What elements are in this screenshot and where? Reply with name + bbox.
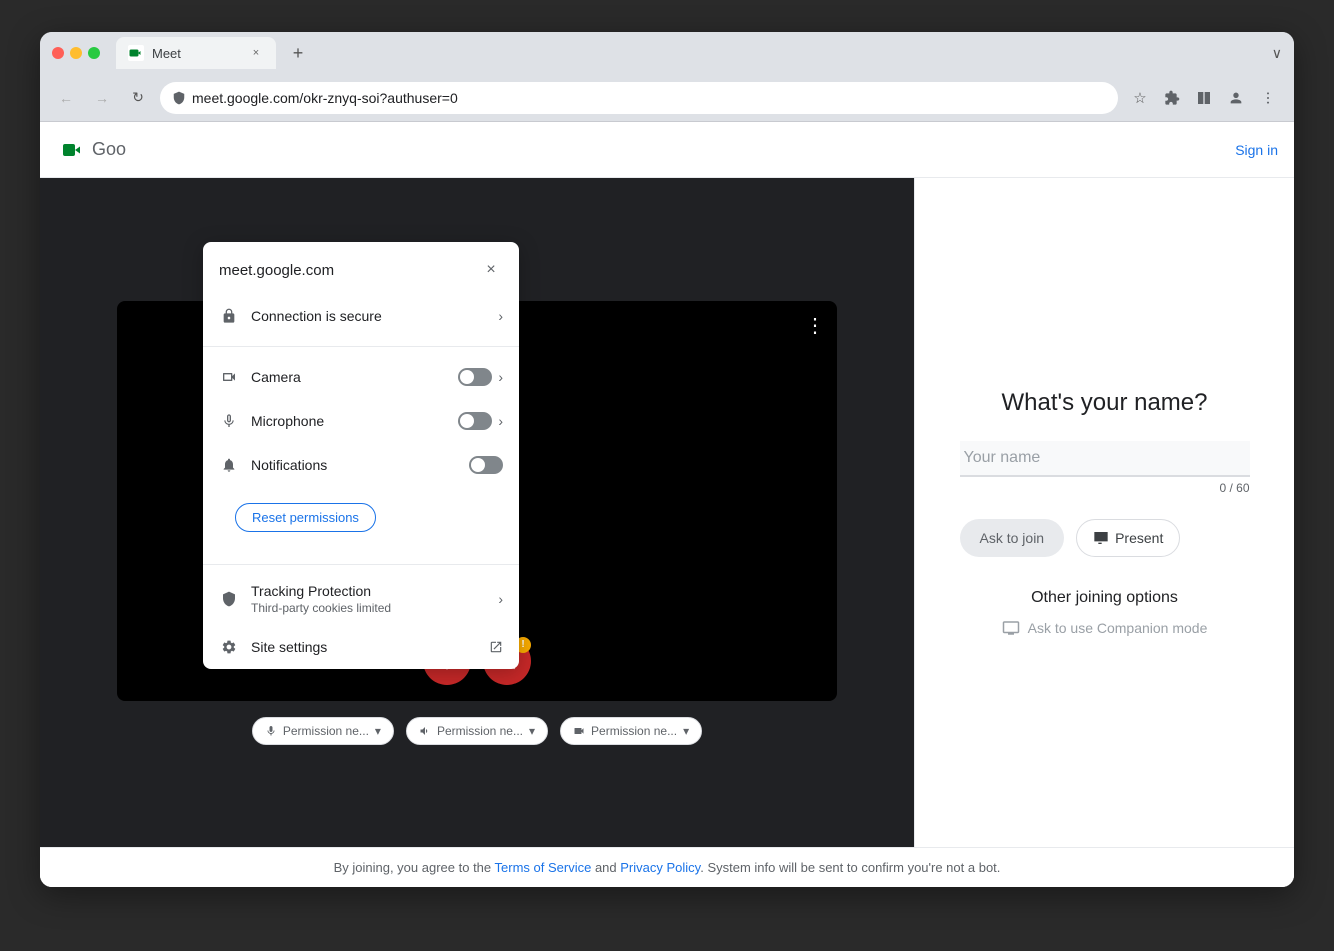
whats-your-name-title: What's your name?: [1001, 389, 1207, 417]
camera-permission-button[interactable]: Permission ne... ▾: [560, 717, 702, 745]
profile-button[interactable]: [1222, 84, 1250, 112]
speaker-permission-icon: [419, 725, 431, 737]
menu-button[interactable]: [1254, 84, 1282, 112]
speaker-permission-button[interactable]: Permission ne... ▾: [406, 717, 548, 745]
profile-icon: [1228, 90, 1244, 106]
terms-of-service-link[interactable]: Terms of Service: [495, 860, 592, 875]
mic-permission-button[interactable]: Permission ne... ▾: [252, 717, 394, 745]
traffic-lights: [52, 47, 100, 59]
video-menu-button[interactable]: ⋮: [805, 313, 825, 338]
meet-logo: Goo: [56, 134, 126, 166]
toolbar-icons: ☆: [1126, 84, 1282, 112]
footer-text-mid: and: [591, 860, 620, 875]
companion-mode-option[interactable]: Ask to use Companion mode: [1002, 619, 1208, 637]
name-counter: 0 / 60: [960, 481, 1250, 495]
url-bar[interactable]: meet.google.com/okr-znyq-soi?authuser=0: [160, 82, 1118, 114]
bookmark-button[interactable]: ☆: [1126, 84, 1154, 112]
page-content: Goo Sign in ⋮ !: [40, 122, 1294, 887]
extensions-button[interactable]: [1158, 84, 1186, 112]
camera-popup-icon: [219, 367, 239, 387]
new-tab-button[interactable]: +: [284, 39, 312, 67]
footer-text-before: By joining, you agree to the: [334, 860, 495, 875]
external-link-icon: [489, 640, 503, 654]
camera-permission-row[interactable]: Camera ›: [203, 355, 519, 399]
notifications-toggle[interactable]: [469, 456, 503, 474]
close-traffic-light[interactable]: [52, 47, 64, 59]
tracking-chevron-icon: ›: [498, 591, 503, 607]
url-text: meet.google.com/okr-znyq-soi?authuser=0: [192, 90, 1106, 106]
popup-divider-1: [203, 346, 519, 347]
meet-header: Goo Sign in: [40, 122, 1294, 178]
tracking-protection-label: Tracking Protection: [251, 583, 498, 599]
browser-window: Meet × + ∨ ← → ↻ meet.google.com/okr-zny…: [40, 32, 1294, 887]
camera-toggle[interactable]: [458, 368, 492, 386]
present-button[interactable]: Present: [1076, 519, 1180, 557]
security-icon: [172, 91, 186, 105]
camera-chevron-icon: ›: [498, 369, 503, 385]
sign-in-button[interactable]: Sign in: [1235, 142, 1278, 158]
split-view-button[interactable]: [1190, 84, 1218, 112]
companion-mode-icon: [1002, 619, 1020, 637]
microphone-permission-row[interactable]: Microphone ›: [203, 399, 519, 443]
mic-permission-icon: [265, 725, 277, 737]
microphone-popup-icon: [219, 411, 239, 431]
google-meet-logo-icon: [56, 134, 88, 166]
reset-permissions-container: Reset permissions: [203, 487, 519, 556]
ask-to-join-button[interactable]: Ask to join: [960, 519, 1065, 557]
join-buttons: Ask to join Present: [960, 519, 1250, 557]
site-settings-label: Site settings: [251, 639, 489, 655]
microphone-toggle[interactable]: [458, 412, 492, 430]
dropdown-arrow[interactable]: ∨: [1272, 45, 1282, 62]
minimize-traffic-light[interactable]: [70, 47, 82, 59]
camera-label: Camera: [251, 369, 458, 385]
popup-header: meet.google.com ×: [203, 242, 519, 294]
tracking-protection-sub: Third-party cookies limited: [251, 601, 498, 615]
tab-close-button[interactable]: ×: [248, 45, 264, 61]
notifications-label: Notifications: [251, 457, 469, 473]
popup-divider-2: [203, 564, 519, 565]
connection-secure-row[interactable]: Connection is secure ›: [203, 294, 519, 338]
extensions-icon: [1164, 90, 1180, 106]
notifications-popup-icon: [219, 455, 239, 475]
lock-icon: [219, 306, 239, 326]
forward-button[interactable]: →: [88, 84, 116, 112]
footer-text-after: . System info will be sent to confirm yo…: [700, 860, 1000, 875]
name-input[interactable]: [960, 441, 1250, 477]
reset-permissions-button[interactable]: Reset permissions: [235, 503, 376, 532]
camera-permission-icon: [573, 725, 585, 737]
privacy-policy-link[interactable]: Privacy Policy: [620, 860, 700, 875]
kebab-menu-icon: [1260, 90, 1276, 106]
site-info-popup: meet.google.com × Connection is secure ›: [203, 242, 519, 669]
tab-title-text: Meet: [152, 46, 240, 61]
permission-bar: Permission ne... ▾ Permission ne... ▾ Pe…: [252, 717, 702, 745]
connection-secure-label: Connection is secure: [251, 308, 498, 324]
notifications-permission-row[interactable]: Notifications: [203, 443, 519, 487]
popup-title: meet.google.com: [219, 262, 334, 279]
tracking-protection-row[interactable]: Tracking Protection Third-party cookies …: [203, 573, 519, 625]
refresh-button[interactable]: ↻: [124, 84, 152, 112]
site-settings-icon: [219, 637, 239, 657]
address-bar: ← → ↻ meet.google.com/okr-znyq-soi?authu…: [40, 74, 1294, 122]
tab-favicon: [128, 45, 144, 61]
popup-close-button[interactable]: ×: [479, 258, 503, 282]
site-settings-row[interactable]: Site settings: [203, 625, 519, 669]
right-panel: What's your name? 0 / 60 Ask to join Pre…: [914, 178, 1294, 847]
meet-logo-text: Goo: [92, 139, 126, 160]
connection-chevron-icon: ›: [498, 308, 503, 324]
meet-footer: By joining, you agree to the Terms of Se…: [40, 847, 1294, 887]
title-bar: Meet × + ∨: [40, 32, 1294, 74]
active-tab[interactable]: Meet ×: [116, 37, 276, 69]
microphone-chevron-icon: ›: [498, 413, 503, 429]
maximize-traffic-light[interactable]: [88, 47, 100, 59]
tracking-protection-icon: [219, 589, 239, 609]
back-button[interactable]: ←: [52, 84, 80, 112]
name-input-container: 0 / 60: [960, 441, 1250, 495]
microphone-label: Microphone: [251, 413, 458, 429]
present-icon: [1093, 530, 1109, 546]
split-view-icon: [1196, 90, 1212, 106]
other-options-title: Other joining options: [1031, 589, 1178, 607]
